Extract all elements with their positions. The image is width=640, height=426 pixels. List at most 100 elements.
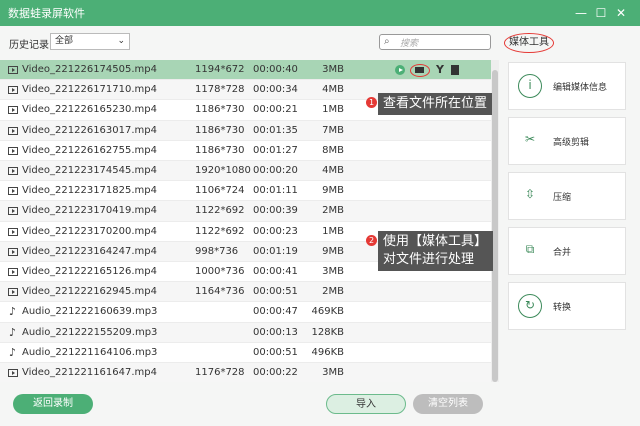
file-size: 1MB xyxy=(322,225,344,237)
history-label: 历史记录 xyxy=(9,40,49,51)
video-file-icon xyxy=(8,106,18,115)
info-icon: i xyxy=(518,74,542,98)
file-resolution: 1920*1080 xyxy=(195,165,251,176)
file-size: 3MB xyxy=(322,64,344,75)
annotation-line-2: 对文件进行处理 xyxy=(383,252,475,267)
title-bar: 数据蛙录屏软件 — ☐ ✕ xyxy=(0,0,640,26)
file-resolution: 1106*724 xyxy=(195,185,245,197)
annotation-media-tools: 使用【媒体工具】 对文件进行处理 xyxy=(378,231,493,271)
maximize-icon[interactable]: ☐ xyxy=(591,3,611,23)
file-size: 4MB xyxy=(322,84,344,96)
table-row[interactable]: Video_221223174545.mp4 1920*1080 00:00:20 4… xyxy=(0,161,491,182)
video-file-icon xyxy=(8,207,18,216)
file-resolution: 1164*736 xyxy=(195,286,245,298)
file-size: 3MB xyxy=(322,266,344,277)
clear-list-button[interactable]: 清空列表 xyxy=(413,394,483,414)
annotation-line-1: 使用【媒体工具】 xyxy=(383,234,488,249)
file-size: 469KB xyxy=(311,306,344,318)
wrench-icon[interactable]: Y xyxy=(436,60,444,80)
audio-file-icon: ♪ xyxy=(9,305,17,319)
app-title: 数据蛙录屏软件 xyxy=(8,7,85,20)
file-list-scrollbar[interactable] xyxy=(491,60,499,382)
annotation-badge-1: 1 xyxy=(366,97,377,108)
merge-icon: ⧉ xyxy=(525,242,535,256)
history-filter-value: 全部 xyxy=(55,36,74,46)
annotation-badge-2: 2 xyxy=(366,235,377,246)
table-row[interactable]: ♪ Audio_221221164106.mp3 00:00:51 496KB xyxy=(0,342,491,363)
video-file-icon xyxy=(8,146,18,155)
open-folder-icon[interactable] xyxy=(410,64,430,77)
video-file-icon xyxy=(8,86,18,95)
convert-icon: ↻ xyxy=(518,294,542,318)
file-name: Video_221223171825.mp4 xyxy=(22,185,157,197)
file-resolution: 1122*692 xyxy=(195,205,245,217)
history-filter-select[interactable]: 全部 ⌄ xyxy=(50,33,130,50)
file-resolution: 1000*736 xyxy=(195,266,245,277)
file-name: Video_221226174505.mp4 xyxy=(22,64,157,75)
minimize-icon[interactable]: — xyxy=(571,3,591,23)
video-file-icon xyxy=(8,247,18,256)
table-row[interactable]: ♪ Audio_221222160639.mp3 00:00:47 469KB xyxy=(0,302,491,323)
file-resolution: 1178*728 xyxy=(195,84,245,96)
close-icon[interactable]: ✕ xyxy=(611,3,631,23)
file-resolution: 1186*730 xyxy=(195,104,245,116)
media-tool-label: 转换 xyxy=(553,303,572,313)
convert-button[interactable]: ↻ 转换 xyxy=(508,282,626,330)
media-tool-label: 高级剪辑 xyxy=(553,138,590,148)
video-file-icon xyxy=(8,126,18,135)
search-input[interactable]: ⌕ 搜索 xyxy=(379,34,491,50)
file-name: Video_221223170419.mp4 xyxy=(22,205,157,217)
file-size: 9MB xyxy=(322,245,344,257)
merge-button[interactable]: ⧉ 合并 xyxy=(508,227,626,275)
video-file-icon xyxy=(8,268,18,276)
annotation-locate-file: 查看文件所在位置 xyxy=(378,93,493,115)
back-to-record-button[interactable]: 返回录制 xyxy=(13,394,93,414)
advanced-cut-button[interactable]: ✂ 高级剪辑 xyxy=(508,117,626,165)
table-row[interactable]: Video_221222162945.mp4 1164*736 00:00:51 2M… xyxy=(0,282,491,303)
file-size: 8MB xyxy=(322,144,344,156)
table-row[interactable]: Video_221226174505.mp4 1194*672 00:00:40 3M… xyxy=(0,60,491,81)
compress-button[interactable]: ⇳ 压缩 xyxy=(508,172,626,220)
media-tool-label: 合并 xyxy=(553,248,572,258)
file-name: Video_221223164247.mp4 xyxy=(22,245,157,257)
file-name: Video_221222162945.mp4 xyxy=(22,286,157,298)
file-size: 3MB xyxy=(322,367,344,378)
media-tool-label: 压缩 xyxy=(553,193,572,203)
file-size: 2MB xyxy=(322,205,344,217)
video-file-icon xyxy=(8,167,18,175)
table-row[interactable]: ♪ Audio_221222155209.mp3 00:00:13 128KB xyxy=(0,322,491,343)
file-name: Audio_221222160639.mp3 xyxy=(22,306,158,318)
audio-file-icon: ♪ xyxy=(9,345,17,359)
play-icon[interactable] xyxy=(395,65,405,75)
bottom-bar xyxy=(0,382,640,426)
video-file-icon xyxy=(8,227,18,236)
file-size: 496KB xyxy=(311,346,344,358)
file-name: Video_221226165230.mp4 xyxy=(22,104,157,116)
file-name: Video_221222165126.mp4 xyxy=(22,266,157,277)
file-size: 4MB xyxy=(322,165,344,176)
trash-icon[interactable] xyxy=(451,65,459,75)
file-name: Video_221223174545.mp4 xyxy=(22,165,157,176)
import-button[interactable]: 导入 xyxy=(326,394,406,414)
table-row[interactable]: Video_221226162755.mp4 1186*730 00:01:27 8M… xyxy=(0,140,491,161)
file-resolution: 998*736 xyxy=(195,245,239,257)
edit-media-info-button[interactable]: i 编辑媒体信息 xyxy=(508,62,626,110)
file-name: Video_221226162755.mp4 xyxy=(22,144,157,156)
table-row[interactable]: Video_221223170419.mp4 1122*692 00:00:39 2M… xyxy=(0,201,491,222)
file-size: 7MB xyxy=(322,124,344,136)
audio-file-icon: ♪ xyxy=(9,325,17,339)
media-tool-label: 编辑媒体信息 xyxy=(553,83,608,93)
video-file-icon xyxy=(8,369,18,377)
file-resolution: 1122*692 xyxy=(195,225,245,237)
file-name: Video_221223170200.mp4 xyxy=(22,225,157,237)
search-placeholder: 搜索 xyxy=(400,39,419,49)
file-name: Video_221221161647.mp4 xyxy=(22,367,157,378)
media-tools-title: 媒体工具 xyxy=(504,33,554,53)
scrollbar-thumb[interactable] xyxy=(492,70,498,382)
file-name: Audio_221221164106.mp3 xyxy=(22,346,158,358)
table-row[interactable]: Video_221226163017.mp4 1186*730 00:01:35 7M… xyxy=(0,120,491,141)
file-size: 9MB xyxy=(322,185,344,197)
file-resolution: 1186*730 xyxy=(195,124,245,136)
table-row[interactable]: Video_221221161647.mp4 1176*728 00:00:22 3M… xyxy=(0,363,491,382)
table-row[interactable]: Video_221223171825.mp4 1106*724 00:01:11 9M… xyxy=(0,181,491,202)
